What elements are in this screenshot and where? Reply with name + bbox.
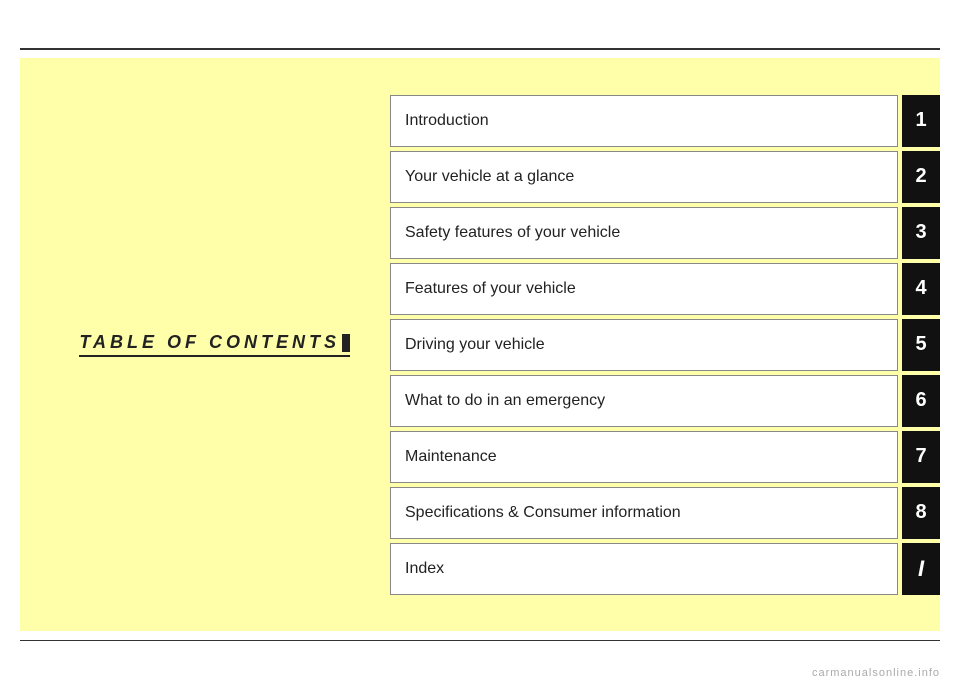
- toc-item-label-8: Specifications & Consumer information: [390, 487, 898, 539]
- toc-item-number-5: 5: [902, 319, 940, 371]
- toc-item-number-8: 8: [902, 487, 940, 539]
- toc-item-label-2: Your vehicle at a glance: [390, 151, 898, 203]
- toc-item-label-4: Features of your vehicle: [390, 263, 898, 315]
- toc-item-number-2: 2: [902, 151, 940, 203]
- toc-item-label-3: Safety features of your vehicle: [390, 207, 898, 259]
- toc-row[interactable]: Maintenance7: [390, 431, 940, 483]
- toc-row[interactable]: Features of your vehicle4: [390, 263, 940, 315]
- toc-title: TABLE OF CONTENTS: [79, 332, 350, 357]
- toc-item-label-5: Driving your vehicle: [390, 319, 898, 371]
- toc-item-number-1: 1: [902, 95, 940, 147]
- toc-item-label-6: What to do in an emergency: [390, 375, 898, 427]
- toc-item-number-6: 6: [902, 375, 940, 427]
- toc-title-text: TABLE OF CONTENTS: [79, 332, 340, 352]
- toc-row[interactable]: Your vehicle at a glance2: [390, 151, 940, 203]
- toc-item-number-3: 3: [902, 207, 940, 259]
- right-panel: Introduction1Your vehicle at a glance2Sa…: [380, 58, 940, 631]
- main-content: TABLE OF CONTENTS Introduction1Your vehi…: [20, 58, 940, 631]
- toc-item-label-1: Introduction: [390, 95, 898, 147]
- toc-row[interactable]: Specifications & Consumer information8: [390, 487, 940, 539]
- toc-item-label-7: Maintenance: [390, 431, 898, 483]
- toc-item-number-7: 7: [902, 431, 940, 483]
- bottom-divider: [20, 640, 940, 642]
- toc-row[interactable]: Safety features of your vehicle3: [390, 207, 940, 259]
- toc-item-number-4: 4: [902, 263, 940, 315]
- watermark-text: carmanualsonline.info: [812, 667, 940, 679]
- toc-cursor: [342, 334, 350, 352]
- toc-row[interactable]: Introduction1: [390, 95, 940, 147]
- toc-item-label-9: Index: [390, 543, 898, 595]
- left-panel: TABLE OF CONTENTS: [20, 58, 380, 631]
- watermark: carmanualsonline.info: [812, 667, 940, 679]
- toc-row[interactable]: What to do in an emergency6: [390, 375, 940, 427]
- toc-row[interactable]: Driving your vehicle5: [390, 319, 940, 371]
- top-divider: [20, 48, 940, 50]
- toc-row[interactable]: IndexI: [390, 543, 940, 595]
- toc-item-number-9: I: [902, 543, 940, 595]
